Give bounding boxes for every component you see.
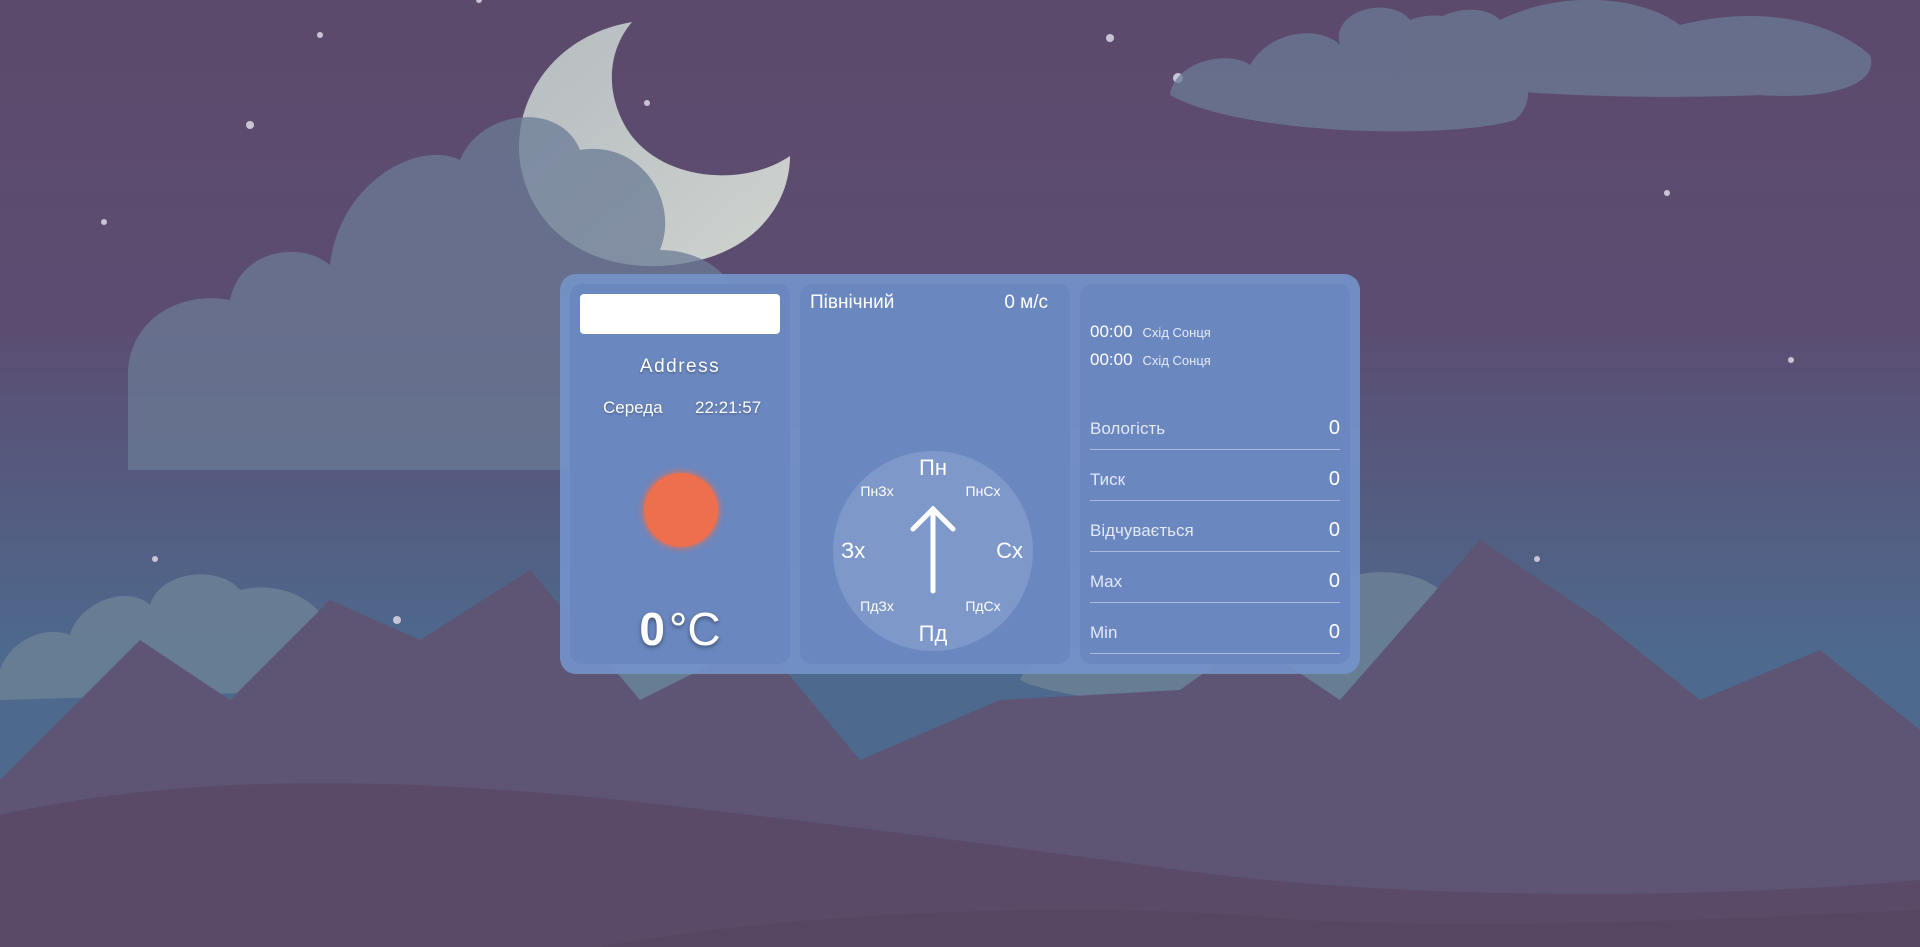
compass-sw: ПдЗх [860,598,894,614]
stat-value: 0 [1328,417,1340,439]
temperature-unit: °C [668,603,721,655]
day-name: Середа [603,398,663,417]
compass-se: ПдСх [965,598,1000,614]
sun-icon [644,473,718,547]
wind-speed-label: 0 м/с [1004,292,1048,313]
stat-value: 0 [1328,468,1340,490]
stat-label: Тиск [1090,469,1126,489]
compass-e: Сх [996,538,1023,563]
stat-label: Відчувається [1090,520,1194,540]
current-weather-panel: Address Середа 22:21:57 0°C [570,284,790,664]
stat-label: Вологість [1090,418,1166,438]
compass-s: Пд [919,621,948,646]
stat-row-humidity: Вологість 0 [1090,408,1340,450]
stat-row-feels-like: Відчувається 0 [1090,510,1340,552]
compass-ne: ПнСх [966,483,1001,499]
stat-value: 0 [1328,519,1340,541]
sunset-time: 00:00 [1090,350,1133,369]
stat-label: Max [1090,571,1123,591]
wind-panel: Північний 0 м/с Пн Пд Сх Зх ПнСх ПнЗх Пд… [800,284,1070,664]
stat-row-pressure: Тиск 0 [1090,459,1340,501]
temperature-display: 0°C [570,602,790,656]
details-panel: 00:00 Схід Сонця 00:00 Схід Сонця Вологі… [1080,284,1350,664]
wind-compass: Пн Пд Сх Зх ПнСх ПнЗх ПдСх ПдЗх [833,451,1033,651]
sunrise-time: 00:00 [1090,322,1133,341]
address-label: Address [639,356,721,377]
sunrise-label: Схід Сонця [1142,325,1211,340]
sunset-row: 00:00 Схід Сонця [1090,350,1211,370]
stat-label: Min [1090,622,1118,642]
current-time: 22:21:57 [695,398,762,417]
compass-n: Пн [919,455,947,480]
sunrise-row: 00:00 Схід Сонця [1090,322,1211,342]
stat-value: 0 [1328,570,1340,592]
search-input[interactable] [580,294,780,334]
wind-direction-label: Північний [810,292,895,313]
stat-row-min: Min 0 [1090,612,1340,654]
weather-card: Address Середа 22:21:57 0°C Північний 0 … [560,274,1360,674]
stat-value: 0 [1328,621,1340,643]
temperature-value: 0 [639,603,665,655]
compass-nw: ПнЗх [860,483,893,499]
compass-w: Зх [841,538,865,563]
stat-row-max: Max 0 [1090,561,1340,603]
sunset-label: Схід Сонця [1142,353,1211,368]
